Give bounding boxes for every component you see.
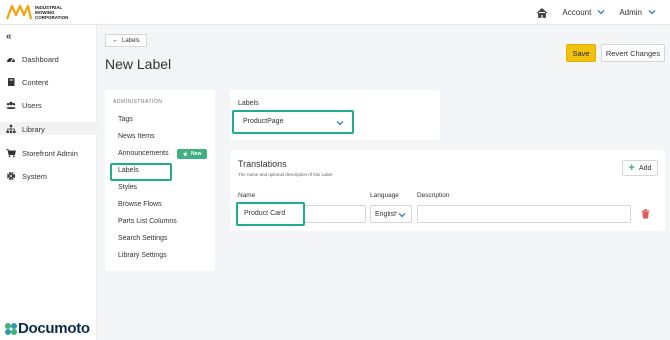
- name-input[interactable]: Product Card: [236, 202, 305, 226]
- admin-item-styles[interactable]: Styles: [118, 184, 137, 191]
- labels-select[interactable]: ProductPage: [232, 110, 354, 134]
- chevron-down-icon: [648, 8, 656, 17]
- labels-nav-highlight: [110, 163, 172, 181]
- page-title: New Label: [105, 56, 172, 72]
- chevron-down-icon: [336, 119, 344, 128]
- cart-icon: [6, 148, 16, 158]
- add-button-label: Add: [638, 164, 652, 172]
- back-to-labels-button[interactable]: ← Labels: [105, 34, 147, 47]
- admin-item-library-settings[interactable]: Library Settings: [118, 252, 167, 259]
- language-column-header: Language: [370, 192, 399, 199]
- admin-item-news-items[interactable]: News Items: [118, 133, 155, 140]
- labels-field-label: Labels: [238, 100, 259, 107]
- dashboard-icon: [6, 54, 16, 64]
- documoto-mark-icon: [5, 322, 17, 335]
- users-icon: [6, 100, 16, 110]
- logo-text: INDUSTRIAL MOWING CORPORATION: [35, 4, 69, 20]
- new-badge-label: New: [191, 151, 202, 157]
- sidebar-item-label: Storefront Admin: [22, 148, 78, 158]
- translations-subtitle: The name and optional description of thi…: [238, 172, 333, 177]
- labels-select-value: ProductPage: [243, 118, 284, 125]
- sidebar-item-label: Users: [22, 100, 42, 110]
- add-translation-button[interactable]: + Add: [622, 160, 658, 176]
- admin-item-announcements[interactable]: Announcements: [118, 150, 169, 157]
- sidebar-item-label: Library: [22, 124, 45, 134]
- admin-label: Admin: [619, 8, 642, 17]
- top-bar: INDUSTRIAL MOWING CORPORATION Account Ad…: [0, 0, 670, 25]
- sidebar-item-label: System: [22, 171, 48, 181]
- description-column-header: Description: [417, 192, 450, 199]
- admin-menu[interactable]: Admin: [619, 8, 656, 17]
- company-logo[interactable]: INDUSTRIAL MOWING CORPORATION: [5, 3, 75, 21]
- documoto-logo: Documoto: [4, 320, 90, 337]
- account-menu[interactable]: Account: [562, 8, 605, 17]
- arrow-left-icon: ←: [112, 37, 119, 44]
- new-badge: ★ New: [177, 149, 207, 159]
- admin-item-browse-flows[interactable]: Browse Flows: [118, 201, 162, 208]
- sidebar-item-label: Content: [22, 77, 49, 87]
- sidebar-item-label: Dashboard: [22, 54, 59, 64]
- chevron-down-icon: [398, 212, 406, 220]
- collapse-sidebar-icon[interactable]: «: [6, 31, 12, 42]
- plus-icon: +: [628, 162, 635, 174]
- sidebar: « Dashboard Content Users Library Storef…: [0, 25, 97, 340]
- home-icon[interactable]: [536, 7, 548, 19]
- description-input[interactable]: [417, 205, 631, 223]
- administration-heading: ADMINISTRATION: [113, 99, 163, 105]
- language-select-value: English: [375, 210, 397, 218]
- book-icon: [6, 77, 16, 87]
- gear-icon: [6, 171, 16, 181]
- account-label: Account: [562, 8, 592, 17]
- sidebar-item-storefront-admin[interactable]: Storefront Admin: [6, 148, 78, 158]
- save-button[interactable]: Save: [566, 44, 596, 62]
- admin-item-tags[interactable]: Tags: [118, 116, 133, 123]
- sidebar-item-system[interactable]: System: [6, 171, 47, 181]
- language-select[interactable]: English: [370, 205, 412, 223]
- sidebar-item-content[interactable]: Content: [6, 77, 48, 87]
- sitemap-icon: [6, 124, 16, 134]
- chevron-down-icon: [597, 8, 605, 17]
- sidebar-item-library[interactable]: Library: [6, 124, 45, 134]
- star-icon: ★: [182, 151, 189, 158]
- translations-title: Translations: [238, 159, 287, 169]
- sidebar-item-users[interactable]: Users: [6, 100, 42, 110]
- name-input-value: Product Card: [244, 210, 286, 217]
- name-column-header: Name: [238, 192, 256, 199]
- trash-icon[interactable]: [639, 207, 651, 221]
- admin-item-search-settings[interactable]: Search Settings: [118, 235, 167, 242]
- back-button-label: Labels: [122, 37, 140, 44]
- revert-changes-button[interactable]: Revert Changes: [601, 44, 665, 62]
- admin-item-parts-list-columns[interactable]: Parts List Columns: [118, 218, 177, 225]
- documoto-wordmark: Documoto: [18, 320, 90, 337]
- logo-mark-icon: [5, 3, 33, 21]
- sidebar-item-dashboard[interactable]: Dashboard: [6, 54, 59, 64]
